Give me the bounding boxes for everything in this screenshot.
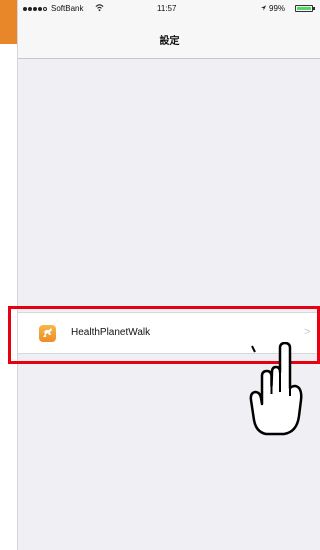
carrier-label: SoftBank	[51, 4, 84, 13]
battery-percentage: 99%	[269, 4, 286, 13]
location-arrow-icon	[260, 5, 267, 11]
status-bar: SoftBank 11:57 99%	[18, 0, 320, 18]
battery-icon	[295, 5, 313, 12]
orange-tab-decoration	[0, 0, 17, 44]
phone-screen: SoftBank 11:57 99% 設定 HealthPlanetWalk >	[17, 0, 320, 550]
battery-cap	[313, 7, 315, 10]
page-title: 設定	[159, 36, 180, 47]
signal-dots-icon	[23, 4, 48, 13]
wifi-icon	[95, 4, 104, 12]
pointing-hand-icon	[249, 342, 303, 436]
battery-fill	[297, 7, 311, 10]
clock: 11:57	[157, 4, 177, 13]
navigation-bar: 設定	[18, 18, 320, 59]
